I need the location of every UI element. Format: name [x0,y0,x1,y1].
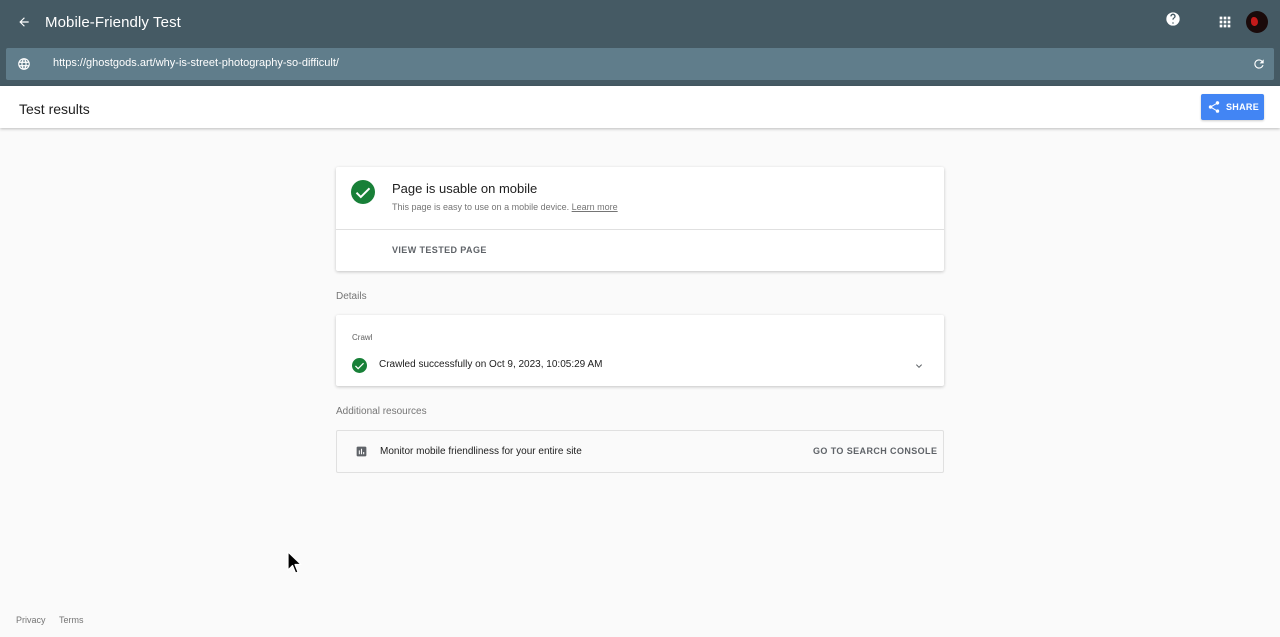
result-description-text: This page is easy to use on a mobile dev… [392,202,570,212]
crawl-card: Crawl Crawled successfully on Oct 9, 202… [336,315,944,386]
crawl-row[interactable]: Crawled successfully on Oct 9, 2023, 10:… [336,353,944,377]
additional-resources-label: Additional resources [336,406,427,417]
resource-text: Monitor mobile friendliness for your ent… [380,446,582,457]
learn-more-link[interactable]: Learn more [572,202,618,212]
mouse-cursor-icon [287,551,303,575]
page-title: Test results [19,101,90,117]
share-button[interactable]: SHARE [1201,94,1264,120]
result-card: Page is usable on mobile This page is ea… [336,167,944,271]
view-tested-page-button[interactable]: VIEW TESTED PAGE [392,245,487,255]
check-circle-icon [352,358,367,373]
resource-card: Monitor mobile friendliness for your ent… [336,430,944,473]
share-label: SHARE [1226,102,1260,112]
privacy-link[interactable]: Privacy [16,615,46,625]
help-icon[interactable] [1165,11,1181,27]
reload-icon[interactable] [1252,57,1266,71]
results-header: Test results SHARE [0,86,1280,128]
globe-icon [17,57,31,71]
url-bar[interactable]: https://ghostgods.art/why-is-street-phot… [6,48,1274,80]
result-description: This page is easy to use on a mobile dev… [392,202,618,212]
crawl-status: Crawled successfully on Oct 9, 2023, 10:… [379,359,603,370]
apps-grid-icon[interactable] [1217,14,1233,30]
details-section-label: Details [336,291,367,302]
result-heading: Page is usable on mobile [392,181,538,196]
share-icon [1207,100,1221,114]
go-to-search-console-button[interactable]: GO TO SEARCH CONSOLE [813,446,937,456]
check-circle-icon [351,180,375,204]
url-text[interactable]: https://ghostgods.art/why-is-street-phot… [53,57,339,69]
chevron-down-icon[interactable] [913,359,925,371]
crawl-label: Crawl [352,333,373,342]
divider [336,229,944,230]
terms-link[interactable]: Terms [59,615,84,625]
arrow-back-icon[interactable] [14,12,34,32]
avatar[interactable] [1246,11,1268,33]
app-title: Mobile-Friendly Test [45,14,181,31]
app-bar: Mobile-Friendly Test https://ghostgods.a… [0,0,1280,86]
bar-chart-icon [355,445,368,458]
